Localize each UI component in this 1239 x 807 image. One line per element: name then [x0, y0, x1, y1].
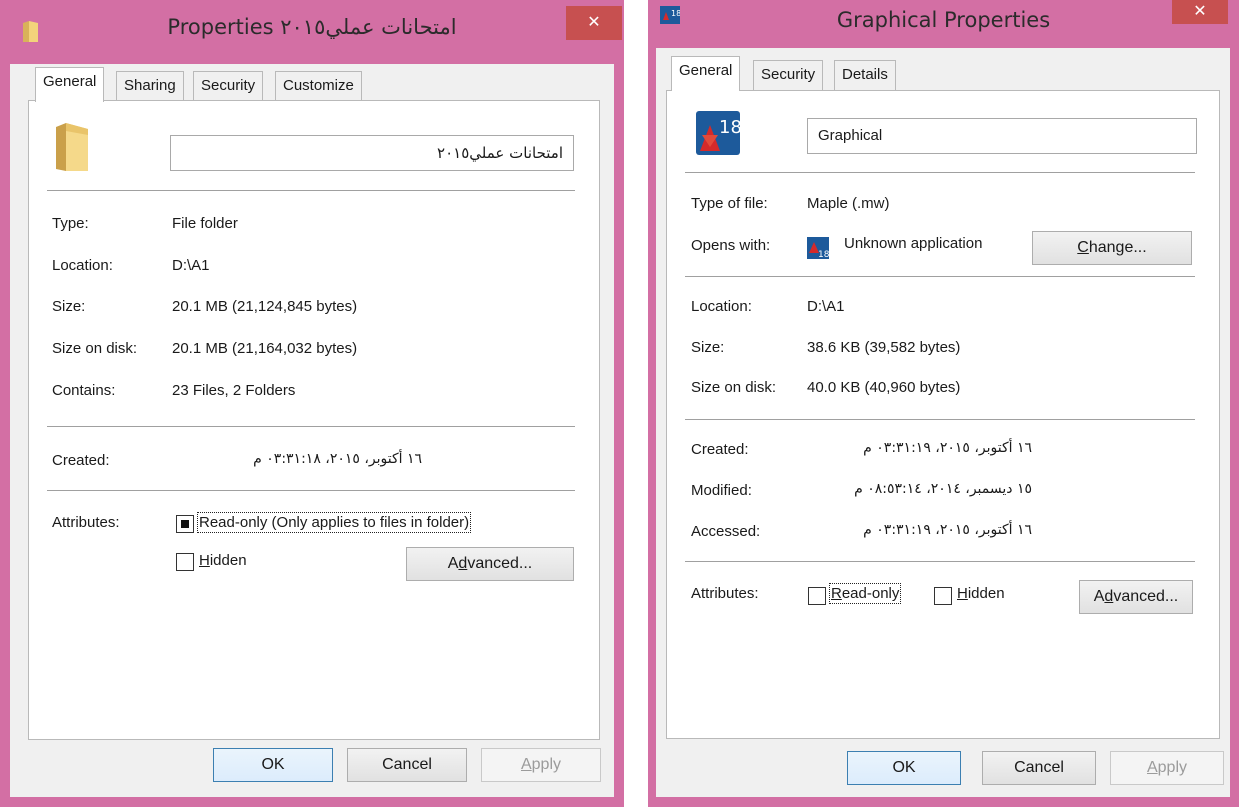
unknown-application-icon: 18 [807, 237, 829, 259]
folder-name-field[interactable]: امتحانات عملي٢٠١٥ [170, 135, 574, 171]
separator [47, 426, 575, 427]
opens-with-label: Opens with: [691, 237, 771, 254]
read-only-checkbox[interactable] [808, 587, 826, 605]
modified-value: ١٥ ديسمبر، ٢٠١٤، ٠٨:٥٣:١٤ م [854, 481, 1032, 497]
folder-icon [56, 123, 88, 171]
size-on-disk-value: 40.0 KB (40,960 bytes) [807, 379, 961, 396]
location-label: Location: [52, 257, 113, 274]
size-label: Size: [691, 339, 725, 356]
tab-general[interactable]: General [671, 56, 741, 91]
cancel-button[interactable]: Cancel [982, 751, 1096, 785]
hidden-label[interactable]: Hidden [199, 552, 247, 569]
size-on-disk-label: Size on disk: [691, 379, 777, 396]
size-on-disk-label: Size on disk: [52, 340, 138, 357]
attributes-label: Attributes: [691, 585, 759, 602]
attributes-label: Attributes: [52, 514, 120, 531]
maple-18-icon: 18 [696, 111, 740, 155]
separator [685, 172, 1195, 173]
indeterminate-mark [181, 520, 189, 528]
type-of-file-label: Type of file: [691, 195, 768, 212]
separator [685, 276, 1195, 277]
advanced-button[interactable]: Advanced... [1079, 580, 1193, 614]
read-only-label[interactable]: Read-only (Only applies to files in fold… [196, 512, 472, 533]
created-label: Created: [52, 452, 110, 469]
size-value: 38.6 KB (39,582 bytes) [807, 339, 961, 356]
svg-text:18: 18 [818, 250, 829, 259]
separator [685, 419, 1195, 420]
type-value: File folder [172, 215, 238, 232]
dialog-body: General Sharing Security Customize امتحا… [10, 64, 614, 797]
accessed-value: ١٦ أكتوبر، ٢٠١٥، ٠٣:٣١:١٩ م [863, 522, 1032, 538]
ok-button[interactable]: OK [847, 751, 961, 785]
contains-label: Contains: [52, 382, 116, 399]
location-value: D:\A1 [807, 298, 845, 315]
title-bar[interactable]: 18 Graphical Properties [648, 0, 1239, 48]
general-panel: امتحانات عملي٢٠١٥ Type: File folder Loca… [28, 100, 600, 740]
cancel-button[interactable]: Cancel [347, 748, 467, 782]
folder-properties-window: Properties امتحانات عملي٢٠١٥ ✕ General S… [0, 0, 624, 807]
window-title: Graphical Properties [836, 8, 1051, 32]
change-button[interactable]: Change... [1032, 231, 1192, 265]
tab-customize[interactable]: Customize [275, 71, 362, 101]
read-only-checkbox[interactable] [176, 515, 194, 533]
type-of-file-value: Maple (.mw) [807, 195, 890, 212]
hidden-checkbox[interactable] [176, 553, 194, 571]
window-title: Properties امتحانات عملي٢٠١٥ [167, 15, 457, 39]
tab-general[interactable]: General [35, 67, 105, 102]
read-only-label[interactable]: Read-only [828, 583, 902, 604]
tab-details[interactable]: Details [834, 60, 896, 90]
location-label: Location: [691, 298, 752, 315]
tab-security[interactable]: Security [753, 60, 824, 90]
location-value: D:\A1 [172, 257, 210, 274]
size-value: 20.1 MB (21,124,845 bytes) [172, 298, 358, 315]
apply-button[interactable]: Apply [1110, 751, 1224, 785]
title-bar[interactable]: Properties امتحانات عملي٢٠١٥ [0, 0, 624, 64]
created-value: ١٦ أكتوبر، ٢٠١٥، ٠٣:٣١:١٩ م [863, 440, 1032, 456]
type-of-file-text: Maple (.mw) [807, 195, 890, 212]
size-on-disk-value: 20.1 MB (21,164,032 bytes) [172, 340, 358, 357]
file-properties-window: 18 Graphical Properties ✕ General Securi… [648, 0, 1239, 807]
accessed-label: Accessed: [691, 523, 761, 540]
type-label: Type: [52, 215, 89, 232]
created-label: Created: [691, 441, 749, 458]
contains-value: 23 Files, 2 Folders [172, 382, 296, 399]
svg-text:18: 18 [719, 117, 740, 138]
ok-button[interactable]: OK [213, 748, 333, 782]
tab-security[interactable]: Security [193, 71, 264, 101]
hidden-checkbox[interactable] [934, 587, 952, 605]
separator [47, 190, 575, 191]
dialog-body: General Security Details 18 Graphical Ty… [656, 48, 1230, 797]
general-panel: 18 Graphical Type of file: Maple (.mw) O… [666, 90, 1220, 739]
close-button[interactable]: ✕ [566, 6, 622, 40]
opens-with-value: Unknown application [844, 235, 983, 252]
size-label: Size: [52, 298, 86, 315]
file-name-field[interactable]: Graphical [807, 118, 1197, 154]
tab-sharing[interactable]: Sharing [116, 71, 184, 101]
hidden-label[interactable]: Hidden [957, 585, 1005, 602]
close-button[interactable]: ✕ [1172, 0, 1228, 24]
separator [47, 490, 575, 491]
created-value: ١٦ أكتوبر، ٢٠١٥، ٠٣:٣١:١٨ م [253, 451, 422, 467]
modified-label: Modified: [691, 482, 752, 499]
separator [685, 561, 1195, 562]
advanced-button[interactable]: Advanced... [406, 547, 574, 581]
apply-button[interactable]: Apply [481, 748, 601, 782]
